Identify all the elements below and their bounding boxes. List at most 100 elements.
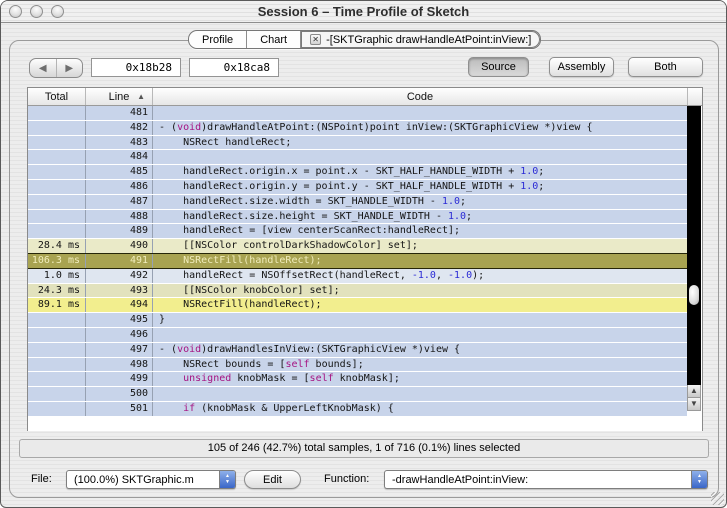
source-view-button[interactable]: Source — [468, 57, 529, 77]
column-header-label: Line — [109, 91, 130, 103]
line-number-cell: 500 — [86, 387, 153, 401]
code-segment: [[NSColor controlDarkShadowColor] set]; — [159, 240, 418, 251]
table-row[interactable]: 89.1 ms494 NSRectFill(handleRect); — [28, 298, 687, 313]
code-cell: } — [153, 313, 687, 327]
code-segment: knobMask]; — [334, 373, 400, 384]
code-segment: )drawHandleAtPoint:(NSPoint)point inView… — [201, 122, 592, 133]
profiler-window: Session 6 – Time Profile of Sketch Profi… — [0, 0, 727, 508]
code-segment: handleRect.origin.x = point.x - SKT_HALF… — [159, 166, 520, 177]
scroll-up-button[interactable]: ▲ — [687, 385, 701, 398]
history-nav-control: ◀ ▶ — [29, 58, 83, 78]
forward-button[interactable]: ▶ — [56, 59, 83, 77]
total-cell — [28, 195, 86, 209]
file-label: File: — [31, 473, 52, 485]
table-body: 481482- (void)drawHandleAtPoint:(NSPoint… — [28, 106, 687, 431]
line-number-cell: 492 — [86, 269, 153, 283]
line-number-cell: 485 — [86, 165, 153, 179]
code-segment: [[NSColor knobColor] set]; — [159, 285, 340, 296]
table-row[interactable]: 1.0 ms492 handleRect = NSOffsetRect(hand… — [28, 269, 687, 284]
code-segment: handleRect = [view centerScanRect:handle… — [159, 225, 460, 236]
column-header-line[interactable]: Line ▲ — [86, 88, 153, 105]
total-cell — [28, 224, 86, 238]
code-segment: handleRect.size.width = SKT_HANDLE_WIDTH… — [159, 196, 442, 207]
table-row[interactable]: 485 handleRect.origin.x = point.x - SKT_… — [28, 165, 687, 180]
resize-grip[interactable] — [711, 492, 724, 505]
tab-code-browser[interactable]: ✕ -[SKTGraphic drawHandleAtPoint:inView:… — [300, 31, 540, 48]
code-segment: NSRect bounds = [ — [159, 359, 285, 370]
table-row[interactable]: 28.4 ms490 [[NSColor controlDarkShadowCo… — [28, 239, 687, 254]
table-row[interactable]: 496 — [28, 328, 687, 343]
scrollbar-thumb[interactable] — [689, 285, 699, 305]
column-header-code[interactable]: Code — [153, 88, 687, 105]
code-segment: NSRectFill(handleRect); — [159, 299, 322, 310]
tab-profile[interactable]: Profile — [189, 31, 246, 48]
table-row[interactable]: 501 if (knobMask & UpperLeftKnobMask) { — [28, 402, 687, 417]
total-cell: 89.1 ms — [28, 298, 86, 312]
code-segment: , — [436, 270, 448, 281]
total-cell — [28, 165, 86, 179]
back-button[interactable]: ◀ — [30, 59, 56, 77]
table-row[interactable]: 483 NSRect handleRect; — [28, 136, 687, 151]
vertical-scrollbar[interactable]: ▲ ▼ — [687, 106, 702, 431]
address-start-field[interactable]: 0x18b28 — [91, 58, 181, 77]
line-number-cell: 501 — [86, 402, 153, 416]
title-bar[interactable]: Session 6 – Time Profile of Sketch — [1, 1, 726, 23]
code-cell: [[NSColor knobColor] set]; — [153, 284, 687, 298]
table-row[interactable]: 487 handleRect.size.width = SKT_HANDLE_W… — [28, 195, 687, 210]
code-cell — [153, 150, 687, 164]
both-view-button[interactable]: Both — [628, 57, 703, 77]
code-segment: - ( — [159, 344, 177, 355]
code-segment: 1.0 — [520, 166, 538, 177]
code-segment: ); — [472, 270, 484, 281]
code-segment: 1.0 — [442, 196, 460, 207]
column-header-scrollbar-spacer — [687, 88, 702, 105]
total-cell — [28, 387, 86, 401]
table-row[interactable]: 482- (void)drawHandleAtPoint:(NSPoint)po… — [28, 121, 687, 136]
table-row[interactable]: 497- (void)drawHandlesInView:(SKTGraphic… — [28, 343, 687, 358]
status-bar: 105 of 246 (42.7%) total samples, 1 of 7… — [19, 439, 709, 458]
table-row[interactable]: 484 — [28, 150, 687, 165]
scroll-down-button[interactable]: ▼ — [687, 398, 701, 411]
table-row[interactable]: 486 handleRect.origin.y = point.y - SKT_… — [28, 180, 687, 195]
line-number-cell: 482 — [86, 121, 153, 135]
function-popup-value: -drawHandleAtPoint:inView: — [385, 474, 691, 486]
code-segment: -1.0 — [448, 270, 472, 281]
function-popup[interactable]: -drawHandleAtPoint:inView: ▲▼ — [384, 470, 708, 489]
code-cell: NSRect handleRect; — [153, 136, 687, 150]
total-cell — [28, 106, 86, 120]
line-number-cell: 486 — [86, 180, 153, 194]
table-row[interactable]: 24.3 ms493 [[NSColor knobColor] set]; — [28, 284, 687, 299]
line-number-cell: 491 — [86, 254, 153, 268]
table-row[interactable]: 481 — [28, 106, 687, 121]
code-segment: -1.0 — [412, 270, 436, 281]
code-segment: self — [310, 373, 334, 384]
function-label: Function: — [324, 473, 369, 485]
column-header-total[interactable]: Total — [28, 88, 86, 105]
table-row[interactable]: 499 unsigned knobMask = [self knobMask]; — [28, 372, 687, 387]
table-row[interactable]: 489 handleRect = [view centerScanRect:ha… — [28, 224, 687, 239]
code-cell: - (void)drawHandleAtPoint:(NSPoint)point… — [153, 121, 687, 135]
table-row[interactable]: 498 NSRect bounds = [self bounds]; — [28, 358, 687, 373]
close-tab-icon[interactable]: ✕ — [310, 34, 321, 45]
scroll-down-icon: ▼ — [690, 400, 698, 408]
line-number-cell: 481 — [86, 106, 153, 120]
table-row[interactable]: 106.3 ms491 NSRectFill(handleRect); — [28, 253, 687, 269]
address-end-field[interactable]: 0x18ca8 — [189, 58, 279, 77]
table-row[interactable]: 495} — [28, 313, 687, 328]
total-cell — [28, 402, 86, 416]
tab-chart[interactable]: Chart — [246, 31, 300, 48]
assembly-view-button[interactable]: Assembly — [549, 57, 614, 77]
file-popup[interactable]: (100.0%) SKTGraphic.m ▲▼ — [66, 470, 236, 489]
code-segment: ; — [460, 196, 466, 207]
code-segment: )drawHandlesInView:(SKTGraphicView *)vie… — [201, 344, 460, 355]
code-cell: NSRect bounds = [self bounds]; — [153, 358, 687, 372]
table-row[interactable]: 500 — [28, 387, 687, 402]
table-row[interactable]: 488 handleRect.size.height = SKT_HANDLE_… — [28, 210, 687, 225]
line-number-cell: 487 — [86, 195, 153, 209]
code-segment: self — [285, 359, 309, 370]
scrollbar-track[interactable] — [687, 106, 701, 385]
edit-button[interactable]: Edit — [244, 470, 301, 489]
code-segment: (knobMask & UpperLeftKnobMask) { — [195, 403, 394, 414]
code-cell: handleRect = NSOffsetRect(handleRect, -1… — [153, 269, 687, 283]
code-cell: handleRect.origin.x = point.x - SKT_HALF… — [153, 165, 687, 179]
